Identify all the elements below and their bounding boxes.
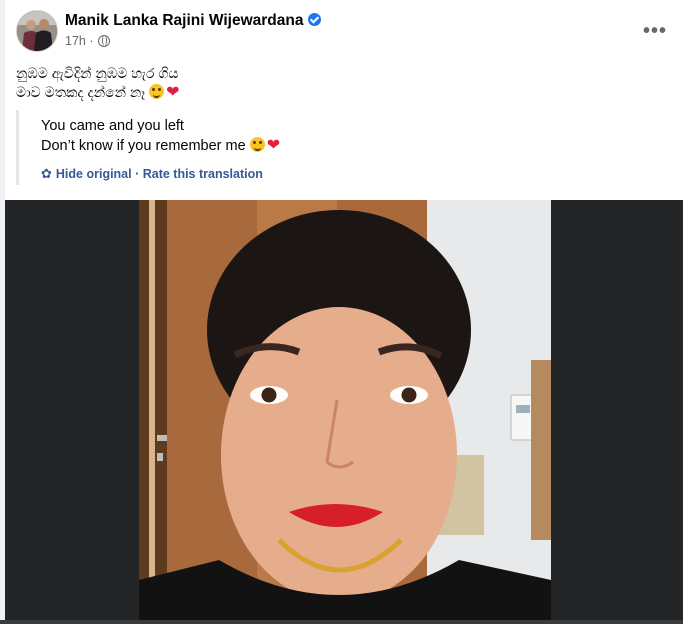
translation-line-2: Don’t know if you remember me bbox=[41, 138, 246, 154]
verified-badge-icon bbox=[308, 13, 322, 26]
selfie-photo-image bbox=[139, 200, 551, 624]
hide-original-link[interactable]: Hide original bbox=[56, 167, 132, 181]
author-name-text[interactable]: Manik Lanka Rajini Wijewardana bbox=[65, 12, 303, 29]
more-options-icon[interactable]: ••• bbox=[643, 20, 667, 43]
original-line-1: නුඹම ඇවිදින් නුඹම හැර ගිය bbox=[16, 65, 179, 81]
author-avatar[interactable] bbox=[16, 10, 58, 52]
avatar-image bbox=[17, 11, 57, 51]
post-card: Manik Lanka Rajini Wijewardana 17h · •••… bbox=[5, 0, 683, 624]
globe-icon[interactable] bbox=[97, 35, 110, 47]
meta-separator: · bbox=[89, 34, 94, 48]
bottom-divider bbox=[0, 620, 683, 624]
post-header: Manik Lanka Rajini Wijewardana 17h · ••• bbox=[16, 10, 683, 54]
actions-separator: · bbox=[131, 167, 143, 181]
post-time[interactable]: 17h bbox=[65, 34, 86, 48]
post-meta: 17h · bbox=[65, 34, 110, 48]
author-name[interactable]: Manik Lanka Rajini Wijewardana bbox=[65, 12, 322, 30]
translation-block: You came and you left Don’t know if you … bbox=[16, 110, 681, 185]
translation-actions: ✿ Hide original · Rate this translation bbox=[41, 166, 681, 182]
translation-line-2-wrap: Don’t know if you remember me ❤ bbox=[41, 136, 681, 156]
post-photo[interactable] bbox=[5, 200, 683, 624]
original-line-2: මාව මතකද දන්නේ නෑ bbox=[16, 84, 146, 100]
post-original-text: නුඹම ඇවිදින් නුඹම හැර ගිය මාව මතකද දන්නේ… bbox=[16, 64, 179, 102]
original-line-2-wrap: මාව මතකද දන්නේ නෑ ❤ bbox=[16, 83, 179, 102]
red-heart-icon: ❤ bbox=[266, 137, 281, 154]
translation-line-1: You came and you left bbox=[41, 118, 184, 134]
gear-icon[interactable]: ✿ bbox=[41, 166, 52, 181]
wink-face-icon bbox=[249, 137, 265, 152]
red-heart-icon: ❤ bbox=[166, 84, 180, 101]
rate-translation-link[interactable]: Rate this translation bbox=[143, 167, 263, 181]
wink-face-icon bbox=[149, 84, 165, 99]
